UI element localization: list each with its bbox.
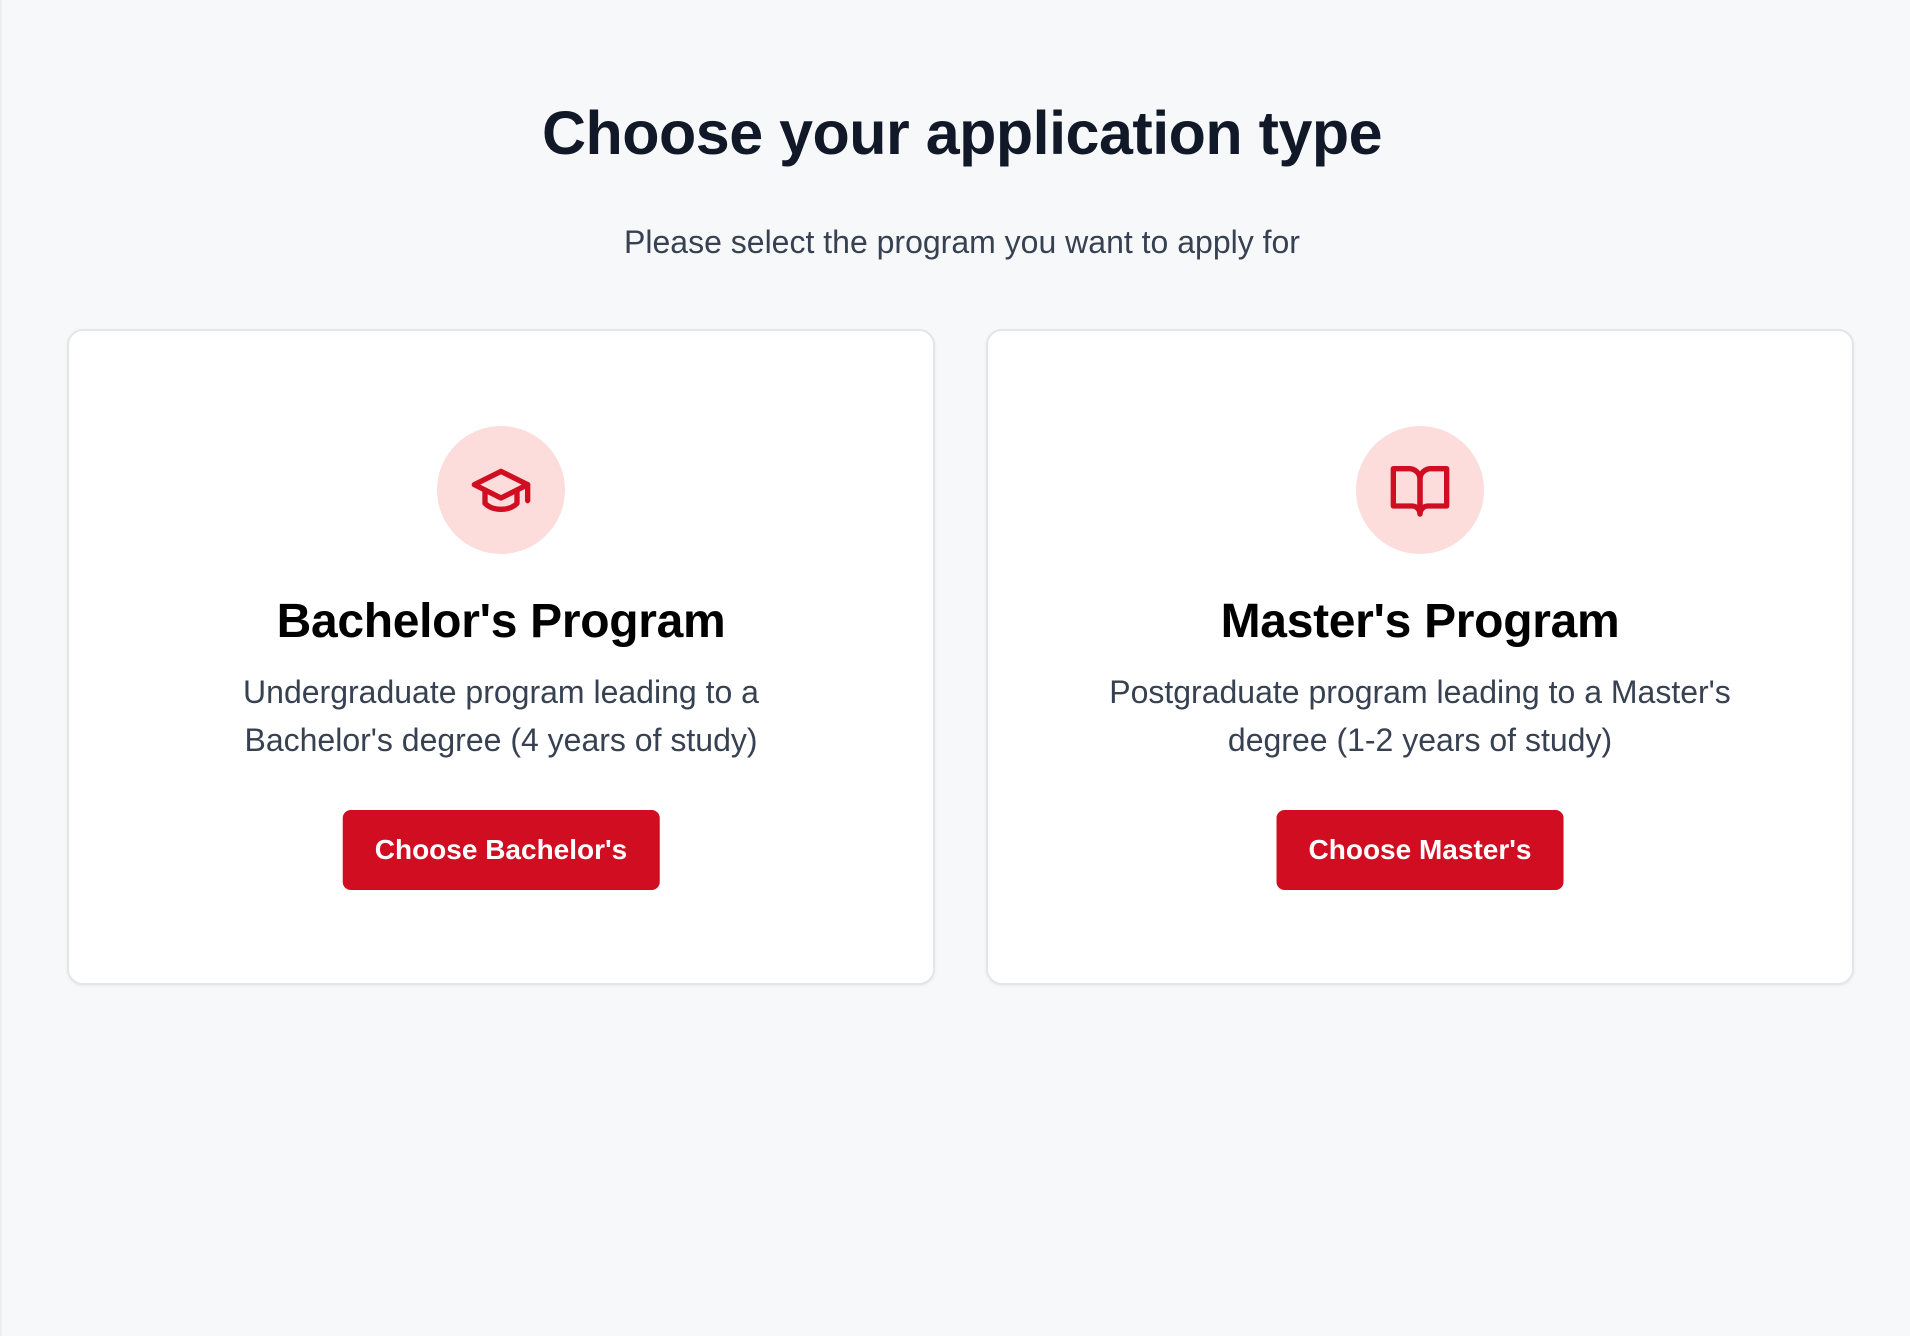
masters-program-card: Master's Program Postgraduate program le… (986, 329, 1854, 985)
masters-program-description: Postgraduate program leading to a Master… (1109, 674, 1731, 758)
bachelors-program-title: Bachelor's Program (276, 595, 726, 648)
choose-bachelors-button[interactable]: Choose Bachelor's (342, 810, 660, 890)
page-left-edge (0, 0, 2, 1336)
book-open-icon (1390, 466, 1450, 517)
bachelors-icon-badge (437, 426, 565, 554)
masters-icon-badge (1356, 426, 1484, 554)
page-title: Choose your application type (541, 99, 1383, 167)
bachelors-program-description: Undergraduate program leading to a Bache… (243, 674, 759, 758)
graduation-cap-icon (471, 468, 531, 512)
masters-program-title: Master's Program (1220, 595, 1620, 648)
choose-masters-button[interactable]: Choose Master's (1276, 810, 1564, 890)
page-subtitle: Please select the program you want to ap… (624, 224, 1300, 260)
bachelors-program-card: Bachelor's Program Undergraduate program… (67, 329, 935, 985)
